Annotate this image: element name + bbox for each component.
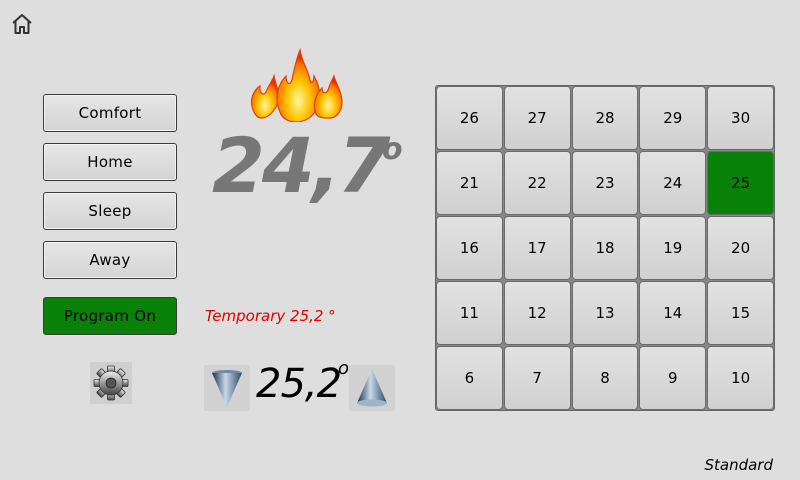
up-cone-icon	[357, 369, 387, 407]
day-cell[interactable]: 17	[503, 216, 571, 280]
program-on-button[interactable]: Program On	[43, 297, 177, 335]
day-cell[interactable]: 30	[707, 86, 774, 150]
day-cell[interactable]: 7	[503, 346, 571, 410]
day-cell[interactable]: 11	[436, 281, 503, 345]
home-icon[interactable]	[10, 12, 34, 36]
day-cell[interactable]: 29	[639, 86, 707, 150]
away-button[interactable]: Away	[43, 241, 177, 279]
day-cell[interactable]: 15	[707, 281, 774, 345]
current-temperature-degree: o	[382, 132, 403, 167]
day-cell[interactable]: 25	[707, 151, 774, 215]
day-cell[interactable]: 12	[503, 281, 571, 345]
day-cell[interactable]: 19	[639, 216, 707, 280]
temporary-status: Temporary 25,2 °	[205, 307, 336, 325]
day-cell[interactable]: 26	[436, 86, 503, 150]
day-grid: 26 27 28 29 30 21 22 23 24 25 16 17 18 1…	[435, 85, 775, 411]
flame-icon	[250, 47, 343, 122]
day-cell[interactable]: 27	[503, 86, 571, 150]
comfort-button[interactable]: Comfort	[43, 94, 177, 132]
decrease-temperature-button[interactable]	[204, 365, 250, 411]
profile-label: Standard	[704, 456, 773, 474]
day-cell[interactable]: 20	[707, 216, 774, 280]
current-temperature: 24,7	[212, 121, 391, 210]
day-cell[interactable]: 9	[639, 346, 707, 410]
home-button[interactable]: Home	[43, 143, 177, 181]
day-cell[interactable]: 16	[436, 216, 503, 280]
down-cone-icon	[212, 370, 242, 407]
day-cell[interactable]: 18	[571, 216, 639, 280]
increase-temperature-button[interactable]	[349, 365, 395, 411]
day-cell[interactable]: 28	[571, 86, 639, 150]
day-cell[interactable]: 23	[571, 151, 639, 215]
setpoint-temperature: 25,2	[256, 361, 342, 407]
setpoint-degree: o	[338, 358, 350, 379]
day-cell[interactable]: 21	[436, 151, 503, 215]
gear-icon[interactable]	[90, 362, 132, 404]
day-cell[interactable]: 8	[571, 346, 639, 410]
sleep-button[interactable]: Sleep	[43, 192, 177, 230]
day-cell[interactable]: 13	[571, 281, 639, 345]
day-cell[interactable]: 24	[639, 151, 707, 215]
day-cell[interactable]: 14	[639, 281, 707, 345]
day-cell[interactable]: 10	[707, 346, 774, 410]
day-cell[interactable]: 6	[436, 346, 503, 410]
day-cell[interactable]: 22	[503, 151, 571, 215]
